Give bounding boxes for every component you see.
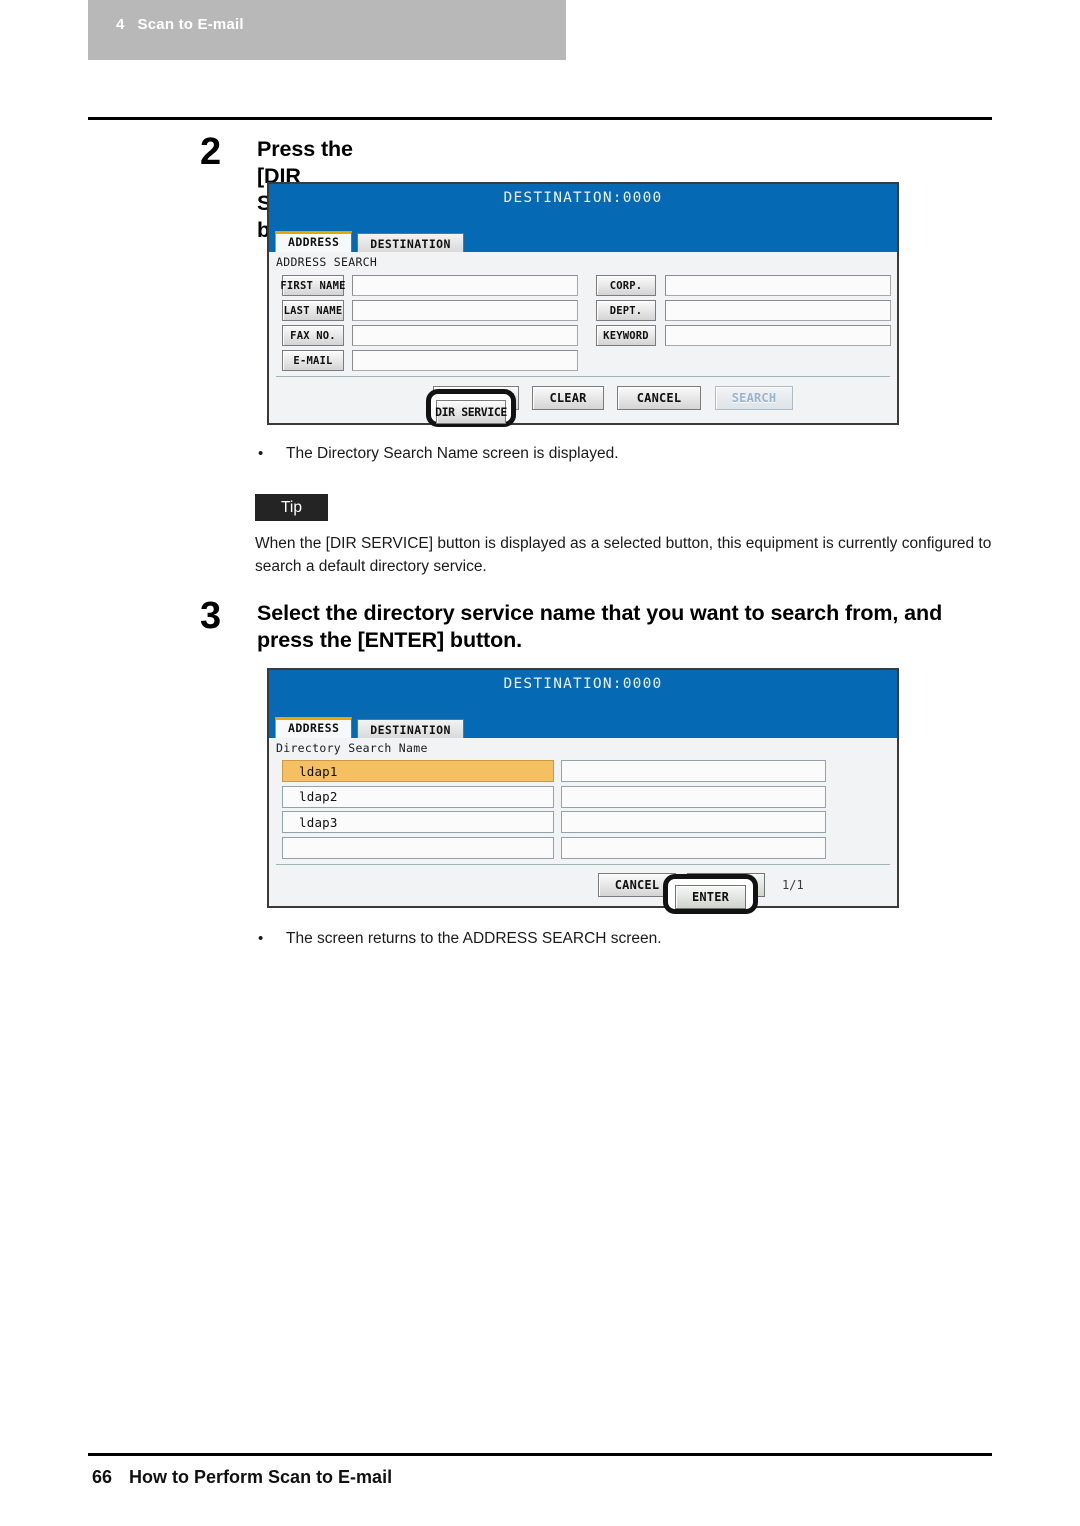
- step-3-title: Select the directory service name that y…: [257, 601, 943, 652]
- footer-divider-rule: [88, 1453, 992, 1456]
- last-name-input[interactable]: [352, 300, 578, 321]
- bullet-icon: •: [258, 445, 264, 462]
- tab-destination-2[interactable]: DESTINATION: [357, 719, 464, 739]
- lcd2-button-bar-divider: [276, 864, 890, 865]
- form-row-fax-no: FAX NO. KEYWORD: [269, 323, 897, 348]
- tip-badge: Tip: [255, 494, 328, 521]
- running-header-text: 4 Scan to E-mail: [116, 16, 244, 33]
- lcd1-body: ADDRESS SEARCH FIRST NAME CORP. LAST NAM…: [269, 252, 897, 423]
- address-search-form: FIRST NAME CORP. LAST NAME DEPT. FAX NO.…: [269, 273, 897, 373]
- fax-no-button[interactable]: FAX NO.: [282, 325, 344, 346]
- directory-slot-4b[interactable]: [561, 836, 826, 859]
- tab-address-2[interactable]: ADDRESS: [275, 717, 353, 739]
- form-row-first-name: FIRST NAME CORP.: [269, 273, 897, 298]
- search-button-disabled: SEARCH: [715, 386, 793, 410]
- last-name-button[interactable]: LAST NAME: [282, 300, 344, 321]
- dept-button[interactable]: DEPT.: [596, 300, 656, 321]
- header-divider-rule: [88, 117, 992, 120]
- lcd1-section-label: ADDRESS SEARCH: [276, 255, 378, 269]
- footer-page-number: 66: [92, 1467, 113, 1487]
- form-row-last-name: LAST NAME DEPT.: [269, 298, 897, 323]
- keyword-button[interactable]: KEYWORD: [596, 325, 656, 346]
- directory-slot-4a[interactable]: [282, 836, 554, 859]
- email-button[interactable]: E-MAIL: [282, 350, 344, 371]
- email-input[interactable]: [352, 350, 578, 371]
- enter-button-highlighted[interactable]: ENTER: [675, 885, 746, 909]
- page-footer: 66 How to Perform Scan to E-mail: [92, 1467, 392, 1488]
- first-name-input[interactable]: [352, 275, 578, 296]
- tab-address[interactable]: ADDRESS: [275, 231, 353, 253]
- lcd2-section-label: Directory Search Name: [276, 741, 428, 755]
- step-2-number: 2: [200, 131, 222, 173]
- lcd1-header: DESTINATION:0000 ADDRESS DESTINATION: [269, 184, 897, 253]
- cancel-button[interactable]: CANCEL: [617, 386, 701, 410]
- directory-slot-2b[interactable]: [561, 785, 826, 808]
- list-item: [269, 835, 897, 861]
- keyword-input[interactable]: [665, 325, 891, 346]
- directory-service-list: ldap1 ldap2 ldap3: [269, 758, 897, 860]
- lcd2-header: DESTINATION:0000 ADDRESS DESTINATION: [269, 670, 897, 739]
- fax-no-input[interactable]: [352, 325, 578, 346]
- clear-button[interactable]: CLEAR: [532, 386, 604, 410]
- bullet-icon: •: [258, 930, 264, 947]
- corp-button[interactable]: CORP.: [596, 275, 656, 296]
- lcd1-tab-bar: ADDRESS DESTINATION: [269, 231, 464, 253]
- dir-service-button-highlighted[interactable]: DIR SERVICE: [435, 400, 507, 424]
- lcd-screen-address-search: DESTINATION:0000 ADDRESS DESTINATION ADD…: [267, 182, 899, 425]
- page-indicator: 1/1: [782, 878, 804, 892]
- lcd2-button-bar: CANCEL ENTER 1/1: [269, 866, 897, 904]
- callout-enter: ENTER: [663, 874, 758, 914]
- lcd-screen-directory-search-name: DESTINATION:0000 ADDRESS DESTINATION Dir…: [267, 668, 899, 908]
- form-row-email: E-MAIL: [269, 348, 897, 373]
- dept-input[interactable]: [665, 300, 891, 321]
- directory-name-ldap3[interactable]: ldap3: [282, 811, 554, 833]
- chapter-number: 4: [116, 16, 125, 33]
- step-2-result-text: The Directory Search Name screen is disp…: [286, 445, 619, 462]
- directory-slot-1b[interactable]: [561, 760, 826, 782]
- directory-slot-3b[interactable]: [561, 811, 826, 833]
- footer-section-title: How to Perform Scan to E-mail: [129, 1467, 393, 1487]
- lcd2-body: Directory Search Name ldap1 ldap2 ldap3 …: [269, 738, 897, 906]
- first-name-button[interactable]: FIRST NAME: [280, 275, 345, 296]
- lcd2-tab-bar: ADDRESS DESTINATION: [269, 717, 464, 739]
- list-item: ldap2: [269, 784, 897, 810]
- list-item: ldap3: [269, 809, 897, 835]
- lcd2-destination-counter: DESTINATION:0000: [503, 676, 663, 692]
- tab-destination[interactable]: DESTINATION: [357, 233, 464, 253]
- tip-text: When the [DIR SERVICE] button is display…: [255, 535, 992, 575]
- running-header-band: 4 Scan to E-mail: [88, 0, 566, 60]
- step-3-number: 3: [200, 595, 222, 637]
- directory-name-ldap2[interactable]: ldap2: [282, 785, 554, 808]
- directory-name-ldap1[interactable]: ldap1: [282, 760, 554, 782]
- corp-input[interactable]: [665, 275, 891, 296]
- lcd1-destination-counter: DESTINATION:0000: [503, 190, 663, 206]
- step-3-result-text: The screen returns to the ADDRESS SEARCH…: [286, 930, 662, 947]
- list-item: ldap1: [269, 758, 897, 784]
- lcd1-button-bar-divider: [276, 376, 890, 377]
- chapter-title: Scan to E-mail: [137, 16, 244, 33]
- callout-dir-service: DIR SERVICE: [426, 389, 516, 427]
- lcd1-button-bar: DIR SERVICE CLEAR CANCEL SEARCH: [269, 378, 897, 418]
